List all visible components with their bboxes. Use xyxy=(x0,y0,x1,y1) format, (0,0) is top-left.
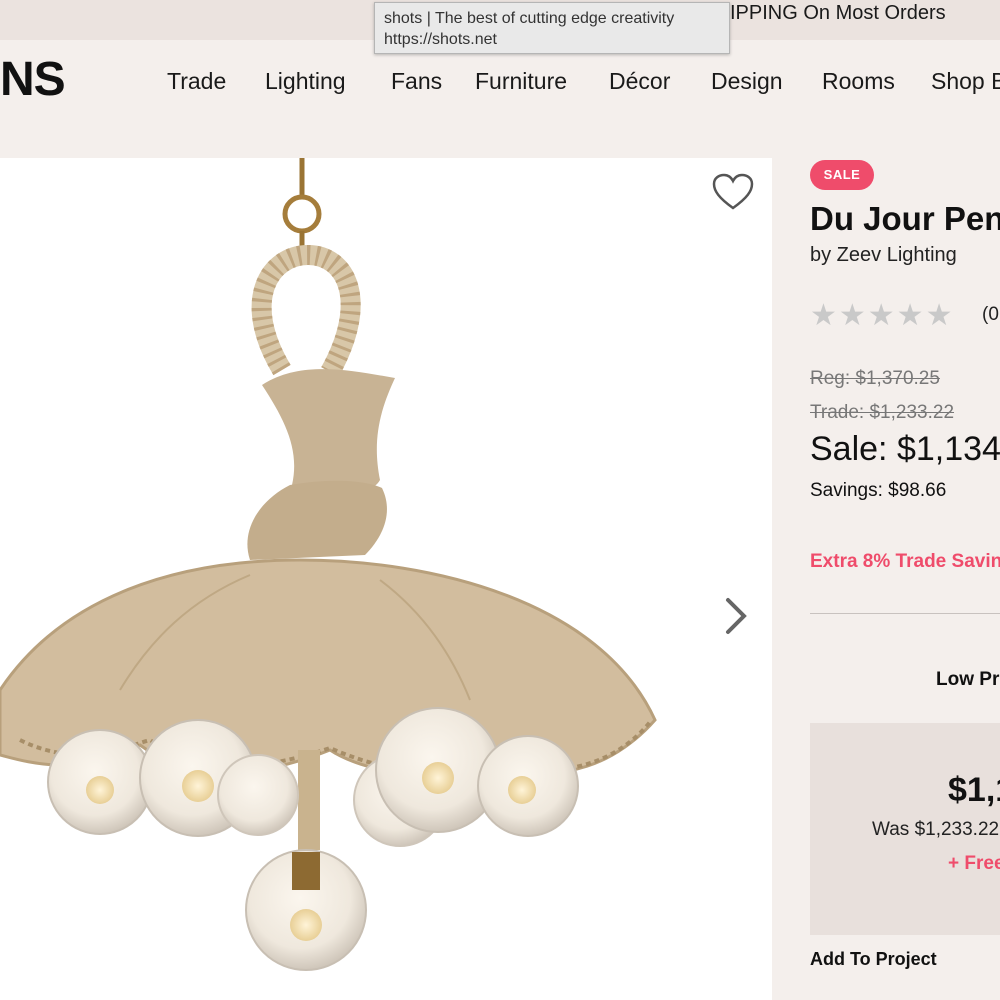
heart-icon[interactable] xyxy=(711,172,755,212)
box-price: $1,1 xyxy=(948,771,1000,809)
pendant-light-illustration xyxy=(0,158,657,971)
tooltip-url: https://shots.net xyxy=(384,31,497,48)
sale-price: Sale: $1,134. xyxy=(810,430,1000,468)
nav-item-design[interactable]: Design xyxy=(711,68,783,95)
product-info-panel: SALE Du Jour Pen by Zeev Lighting ★★★★★ … xyxy=(772,158,1000,1000)
nav-item-decor[interactable]: Décor xyxy=(609,68,670,95)
low-price-label: Low Pri xyxy=(936,669,1000,690)
regular-price: Reg: $1,370.25 xyxy=(810,368,940,389)
divider xyxy=(810,613,1000,614)
nav-item-shop[interactable]: Shop B xyxy=(931,68,1000,95)
nav-item-furniture[interactable]: Furniture xyxy=(475,68,567,95)
review-count[interactable]: (0 xyxy=(982,304,999,326)
savings-amount: Savings: $98.66 xyxy=(810,480,947,501)
product-image[interactable] xyxy=(0,158,772,1000)
price-box: $1,1 Was $1,233.22 + Free xyxy=(810,723,1000,935)
trade-price: Trade: $1,233.22 xyxy=(810,402,955,423)
tooltip-title: shots | The best of cutting edge creativ… xyxy=(384,10,675,27)
site-header: NS Trade Lighting Fans Furniture Décor D… xyxy=(0,40,1000,158)
extra-trade-savings[interactable]: Extra 8% Trade Savin xyxy=(810,551,1000,573)
nav-item-lighting[interactable]: Lighting xyxy=(265,68,346,95)
browser-tooltip: shots | The best of cutting edge creativ… xyxy=(374,2,730,54)
nav-item-fans[interactable]: Fans xyxy=(391,68,442,95)
site-logo[interactable]: NS xyxy=(0,52,66,107)
product-brand[interactable]: by Zeev Lighting xyxy=(810,244,957,267)
promo-text: IPPING On Most Orders xyxy=(730,2,946,24)
chevron-right-icon[interactable] xyxy=(718,594,754,638)
nav-item-trade[interactable]: Trade xyxy=(167,68,226,95)
box-free-offer: + Free xyxy=(948,853,1000,874)
box-was-price: Was $1,233.22 xyxy=(872,819,1000,840)
add-to-project-link[interactable]: Add To Project xyxy=(810,949,937,970)
sale-badge: SALE xyxy=(810,160,874,190)
nav-item-rooms[interactable]: Rooms xyxy=(822,68,895,95)
product-title: Du Jour Pen xyxy=(810,200,1000,237)
star-rating-icon[interactable]: ★★★★★ xyxy=(810,298,954,333)
